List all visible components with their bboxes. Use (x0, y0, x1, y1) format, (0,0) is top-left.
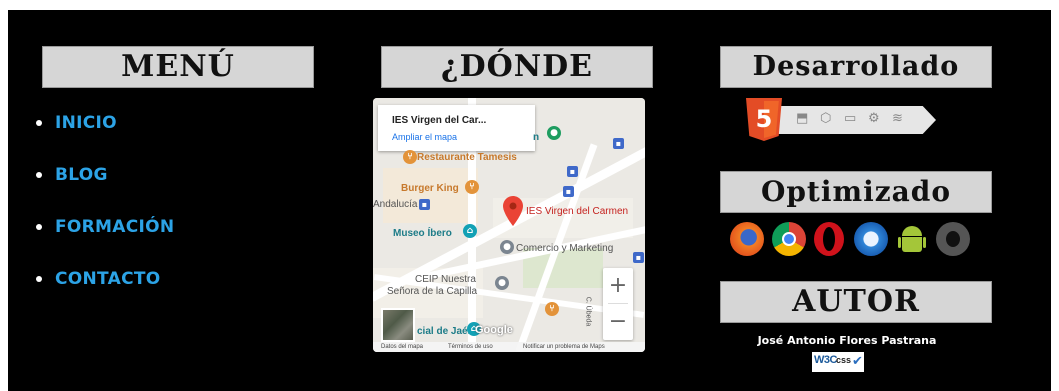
menu-link-blog[interactable]: BLOG (55, 165, 108, 185)
safari-icon (854, 222, 888, 256)
bullet-icon (36, 276, 42, 282)
w3c-logo: W3C (814, 354, 837, 366)
school-icon: ● (500, 240, 514, 254)
satellite-toggle[interactable] (381, 308, 415, 342)
school-icon: ● (495, 276, 509, 290)
browser-icons (722, 222, 982, 262)
park-pin-icon: ● (547, 126, 561, 140)
map-label-burger: Burger King (401, 183, 459, 194)
map-label-restaurant: Restaurante Tamesis (417, 152, 517, 163)
map-report-link[interactable]: Notificar un problema de Maps (523, 342, 605, 352)
optimized-heading: Optimizado (720, 171, 992, 213)
menu-heading: MENÚ (42, 46, 314, 88)
restaurant-icon: ⑂ (465, 180, 479, 194)
author-heading: AUTOR (720, 281, 992, 323)
transit-icon: ▪ (633, 252, 644, 263)
embedded-map[interactable]: IES Virgen del Car... Ampliar el mapa n … (373, 98, 645, 352)
checkmark-icon: ✔ (852, 354, 863, 369)
css-label: css (836, 355, 852, 365)
map-label-school-1: CEIP Nuestra (415, 274, 476, 285)
map-place-name: IES Virgen del Car... (392, 115, 487, 126)
menu-item-formacion: FORMACIÓN (36, 202, 174, 254)
zoom-out-button[interactable]: − (603, 304, 633, 339)
transit-icon: ▪ (563, 186, 574, 197)
zoom-in-button[interactable]: + (603, 268, 633, 303)
bullet-icon (36, 120, 42, 126)
html5-badge: ⬒ ⬡ ▭ ⚙ ≋ 5 (734, 98, 944, 142)
museum-icon: ⌂ (463, 224, 477, 238)
css3-icon: ≋ (892, 111, 903, 126)
menu-list: INICIO BLOG FORMACIÓN CONTACTO (36, 98, 174, 306)
map-label-andalucia: Andalucía (373, 199, 418, 210)
chrome-icon (772, 222, 806, 256)
android-icon (898, 226, 926, 256)
restaurant-icon: ⑂ (403, 150, 417, 164)
transit-icon: ▪ (419, 199, 430, 210)
w3c-css-badge[interactable]: W3C css ✔ (812, 352, 864, 372)
map-label-n: n (533, 132, 540, 143)
transit-icon: ▪ (567, 166, 578, 177)
map-label-museum: Museo Íbero (393, 228, 452, 239)
location-pin-icon (503, 196, 523, 226)
map-label-commerce: Comercio y Marketing (516, 243, 614, 254)
map-terms-link[interactable]: Términos de uso (448, 342, 493, 352)
html5-number: 5 (755, 105, 773, 133)
map-zoom-control: + − (603, 268, 633, 340)
menu-item-contacto: CONTACTO (36, 254, 174, 306)
map-label-pin: IES Virgen del Carmen (526, 206, 629, 217)
map-attribution: Datos del mapa Términos de uso Notificar… (373, 342, 645, 352)
map-label-jaen: cial de Jaén (417, 326, 474, 337)
developed-heading: Desarrollado (720, 46, 992, 88)
multimedia-icon: ▭ (844, 111, 857, 126)
map-block (383, 168, 478, 223)
html5-tech-strip: ⬒ ⬡ ▭ ⚙ ≋ (770, 106, 936, 134)
map-label-school-2: Señora de la Capilla (387, 286, 478, 297)
semantics-icon: ⬒ (796, 111, 809, 126)
restaurant-icon: ⑂ (545, 302, 559, 316)
performance-icon: ⚙ (868, 111, 880, 126)
storage-icon: ⬡ (820, 111, 832, 126)
firefox-icon (730, 222, 764, 256)
transit-icon: ▪ (613, 138, 624, 149)
bullet-icon (36, 172, 42, 178)
google-logo: Google (475, 324, 513, 336)
map-label-street: C. Úbeda (584, 296, 592, 327)
map-enlarge-link[interactable]: Ampliar el mapa (392, 132, 457, 142)
apple-icon (936, 222, 970, 256)
where-heading: ¿DÓNDE (381, 46, 653, 88)
menu-link-formacion[interactable]: FORMACIÓN (55, 217, 174, 237)
map-info-box: IES Virgen del Car... Ampliar el mapa (378, 105, 535, 151)
opera-icon (814, 222, 844, 256)
menu-item-blog: BLOG (36, 150, 174, 202)
bullet-icon (36, 224, 42, 230)
menu-item-inicio: INICIO (36, 98, 174, 150)
menu-link-contacto[interactable]: CONTACTO (55, 269, 161, 289)
map-data-link[interactable]: Datos del mapa (381, 342, 423, 352)
menu-link-inicio[interactable]: INICIO (55, 113, 117, 133)
author-name: José Antonio Flores Pastrana (757, 334, 937, 347)
